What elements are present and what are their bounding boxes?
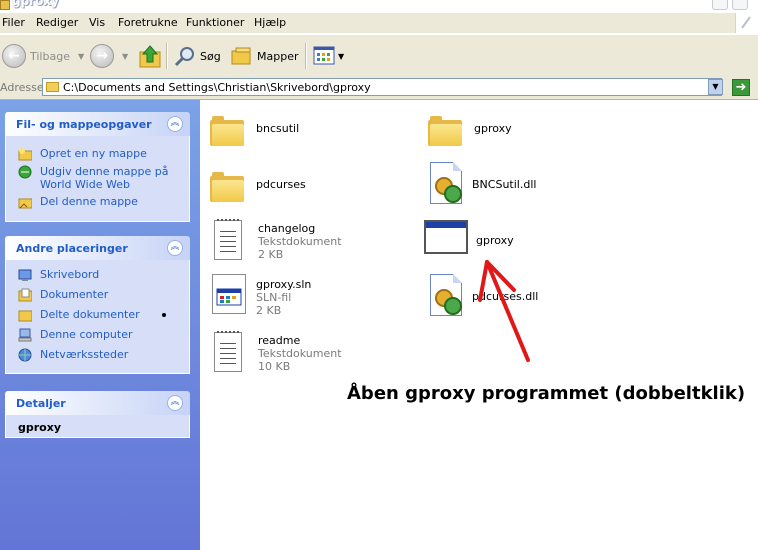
annotation-arrow: [478, 260, 530, 362]
annotation-text: Åben gproxy programmet (dobbeltklik): [347, 383, 746, 404]
